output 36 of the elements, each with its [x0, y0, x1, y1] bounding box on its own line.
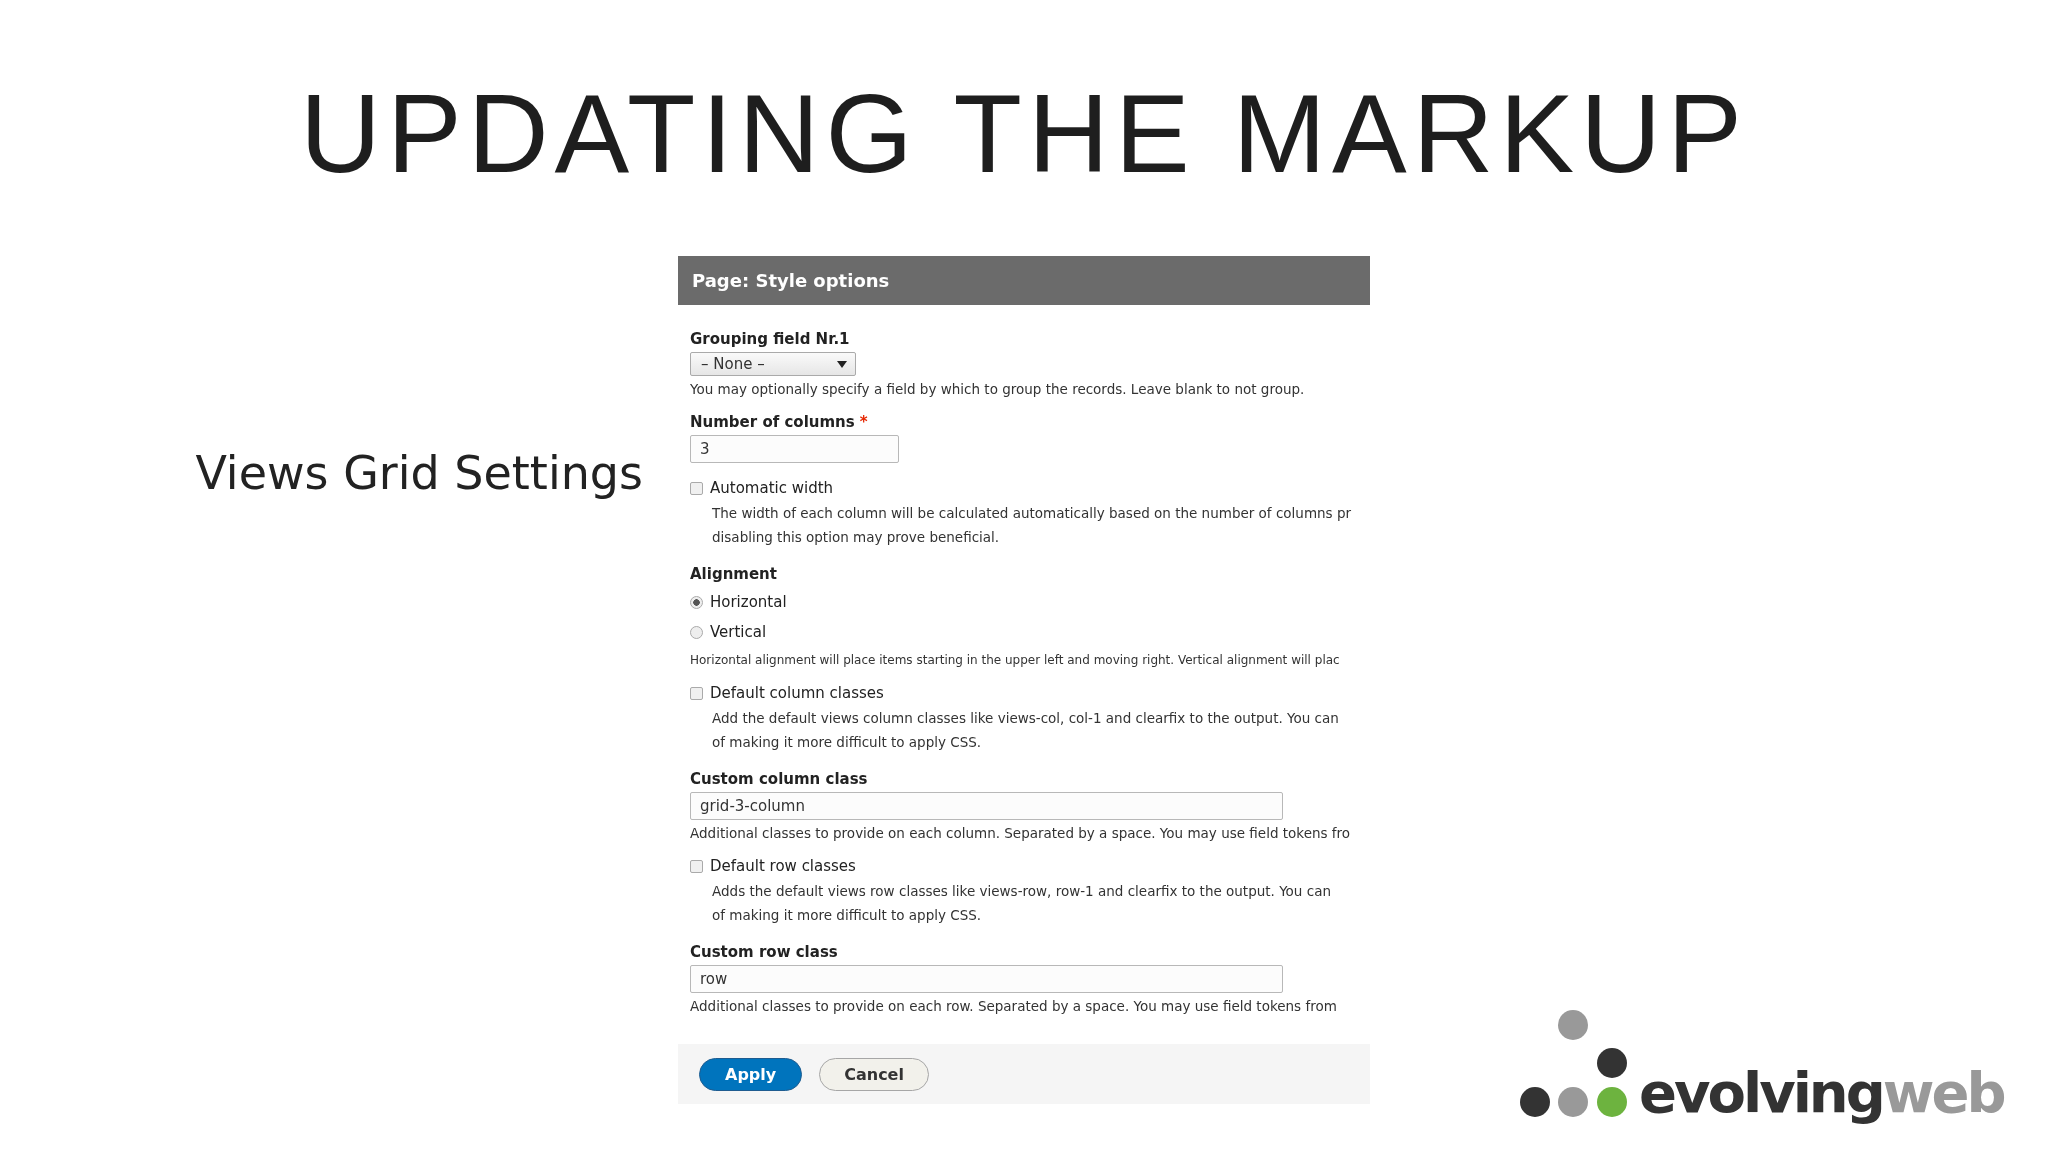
- logo-wordmark: web: [1882, 1065, 2004, 1121]
- slide-subtitle: Views Grid Settings: [195, 446, 643, 502]
- checkbox[interactable]: [690, 481, 703, 495]
- description-text: Adds the default views row classes like views-row, row-1 and clearfix to the output. You can: [712, 882, 1332, 901]
- dropdown-arrow-icon: [837, 360, 847, 368]
- description-text: of making it more difficult to apply CSS.: [712, 733, 983, 752]
- dialog-header: Page: Style options: [678, 256, 1370, 305]
- checkbox[interactable]: [690, 686, 703, 700]
- description-text: The width of each column will be calculated automatically based on the number of columns pr: [712, 504, 1353, 523]
- radio-button[interactable]: [690, 625, 703, 639]
- radio-label: Horizontal: [710, 593, 787, 611]
- radio-button[interactable]: [690, 595, 703, 609]
- help-text: Additional classes to provide on each row. Separated by a space. You may use field tokens from: [690, 998, 1338, 1014]
- checkbox[interactable]: [690, 859, 703, 873]
- help-text: You may optionally specify a field by which to group the records. Leave blank to not group.: [690, 381, 1306, 397]
- input-field[interactable]: 3: [690, 435, 899, 463]
- checkbox-label: Default row classes: [710, 857, 856, 875]
- field-label: Grouping field Nr.1: [690, 330, 851, 348]
- field-label: Number of columns *: [690, 413, 869, 431]
- field-label: Custom column class: [690, 770, 869, 788]
- help-text: Additional classes to provide on each column. Separated by a space. You may use field tokens fro: [690, 825, 1352, 841]
- checkbox-label: Automatic width: [710, 479, 834, 497]
- select-field[interactable]: – None –: [690, 352, 856, 376]
- field-label: Alignment: [690, 565, 778, 583]
- cancel-button[interactable]: Cancel: [819, 1057, 929, 1091]
- radio-label: Vertical: [710, 623, 767, 641]
- checkbox-label: Default column classes: [710, 684, 884, 702]
- apply-button[interactable]: Apply: [699, 1057, 803, 1091]
- input-field[interactable]: grid-3-column: [690, 792, 1283, 820]
- description-text: Add the default views column classes like views-col, col-1 and clearfix to the output. You can: [712, 709, 1340, 728]
- field-label: Custom row class: [690, 943, 839, 961]
- input-field[interactable]: row: [690, 965, 1283, 993]
- slide-title: UPDATING THE MARKUP: [300, 78, 1748, 190]
- help-text: Horizontal alignment will place items starting in the upper left and moving right. Vertical alignment will plac: [690, 652, 1341, 668]
- description-text: of making it more difficult to apply CSS.: [712, 906, 983, 925]
- description-text: disabling this option may prove beneficial.: [712, 528, 1001, 547]
